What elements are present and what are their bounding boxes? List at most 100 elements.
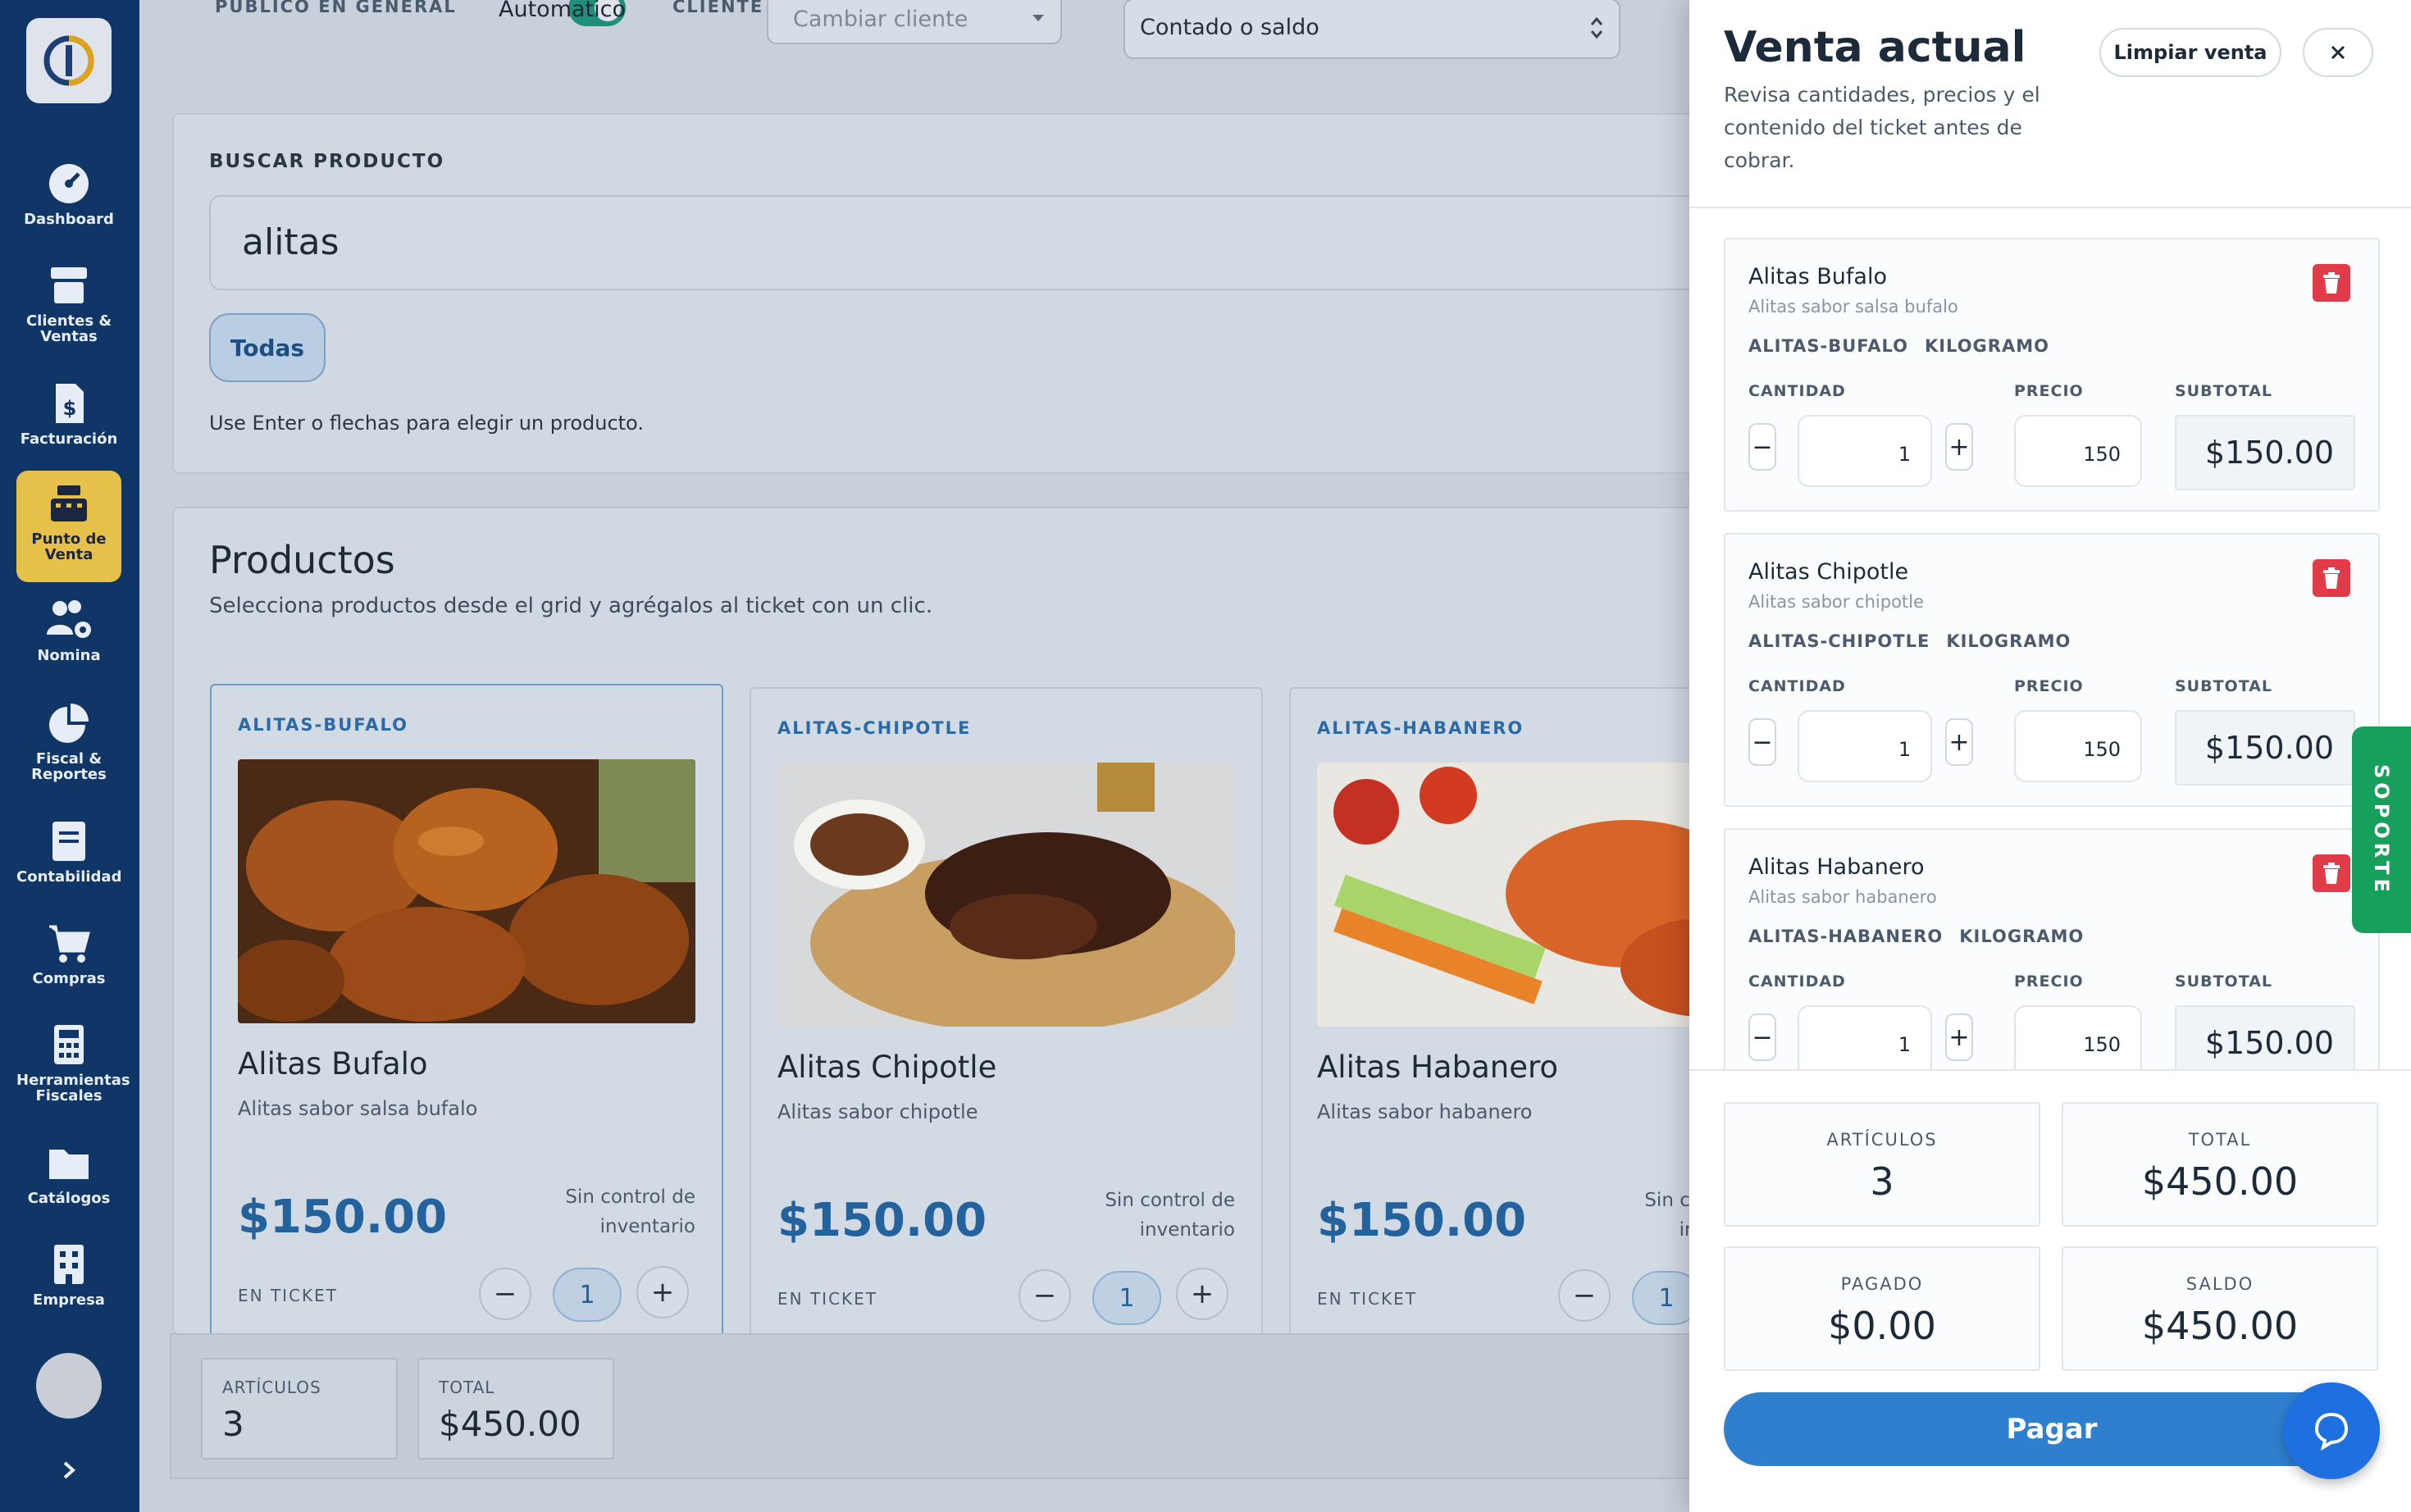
decrement-button[interactable]: − (1748, 1013, 1776, 1061)
public-label: PUBLICO EN GENERAL (215, 0, 457, 16)
item-name: Alitas Chipotle (1748, 559, 1909, 585)
item-code: ALITAS-BUFALO (1748, 336, 1908, 356)
sidebar-item-empresa[interactable]: Empresa (16, 1241, 121, 1308)
decrement-button[interactable]: − (479, 1268, 531, 1320)
qty-input[interactable]: 1 (1798, 415, 1932, 487)
users-gear-icon (47, 600, 91, 638)
product-desc: Alitas sabor chipotle (777, 1100, 978, 1123)
in-ticket-label: EN TICKET (777, 1289, 878, 1309)
summary-paid: PAGADO $0.00 (1724, 1246, 2040, 1371)
qty-input[interactable]: 1 (1798, 1005, 1932, 1069)
search-input[interactable]: alitas (209, 195, 1767, 290)
app-logo[interactable] (26, 18, 112, 103)
clear-sale-button[interactable]: Limpiar venta (2099, 28, 2281, 77)
product-price: $150.00 (777, 1194, 987, 1247)
decrement-button[interactable]: − (1558, 1269, 1611, 1322)
qty-input[interactable]: 1 (1798, 710, 1932, 782)
ledger-icon (52, 822, 85, 861)
qty-label: CANTIDAD (1748, 677, 1846, 695)
ticket-item: Alitas Habanero Alitas sabor habanero AL… (1724, 828, 2380, 1069)
articles-value: 3 (222, 1404, 244, 1444)
decrement-button[interactable]: − (1748, 423, 1776, 471)
item-tags: ALITAS-BUFALO KILOGRAMO (1748, 336, 2066, 356)
delete-item-button[interactable] (2313, 854, 2350, 892)
product-desc: Alitas sabor salsa bufalo (238, 1097, 478, 1120)
product-card[interactable]: ALITAS-BUFALO Alitas Bufalo Alitas sabor… (210, 684, 723, 1340)
sidebar: Dashboard Clientes & Ventas $ Facturació… (0, 0, 139, 1512)
increment-button[interactable]: + (636, 1266, 689, 1318)
price-input[interactable]: 150 (2014, 415, 2142, 487)
in-ticket-label: EN TICKET (238, 1286, 339, 1305)
wings-photo (777, 763, 1235, 1027)
subtotal-label: SUBTOTAL (2175, 972, 2273, 991)
increment-button[interactable]: + (1945, 423, 1973, 471)
divider (1689, 1069, 2411, 1071)
product-name: Alitas Habanero (1317, 1050, 1558, 1085)
sidebar-item-fiscal[interactable]: Fiscal & Reportes (16, 700, 121, 782)
item-unit: KILOGRAMO (1946, 631, 2071, 651)
total-value: $450.00 (439, 1404, 581, 1444)
sidebar-item-catalogos[interactable]: Catálogos (16, 1140, 121, 1206)
subtotal-value: $150.00 (2175, 415, 2355, 490)
product-code: ALITAS-BUFALO (238, 715, 408, 735)
product-code: ALITAS-HABANERO (1317, 718, 1525, 738)
price-input[interactable]: 150 (2014, 1005, 2142, 1069)
pay-button[interactable]: Pagar (1724, 1392, 2380, 1466)
ticket-qty[interactable]: 1 (553, 1268, 622, 1322)
calculator-icon (54, 1025, 84, 1064)
summary-articles: ARTÍCULOS 3 (1724, 1102, 2040, 1227)
articles-summary: ARTÍCULOS 3 (201, 1358, 398, 1460)
item-name: Alitas Bufalo (1748, 264, 1887, 289)
sidebar-item-herramientas[interactable]: Herramientas Fiscales (16, 1022, 130, 1104)
gauge-icon (49, 164, 89, 203)
increment-button[interactable]: + (1176, 1268, 1228, 1320)
filter-chip-todas[interactable]: Todas (209, 313, 326, 382)
subtotal-label: SUBTOTAL (2175, 382, 2273, 400)
balance-label: SALDO (2185, 1274, 2254, 1294)
sidebar-item-label: Herramientas Fiscales (16, 1072, 130, 1104)
payment-method-select[interactable]: Contado o saldo (1123, 0, 1620, 59)
decrement-button[interactable]: − (1748, 718, 1776, 766)
ticket-item: Alitas Chipotle Alitas sabor chipotle AL… (1724, 533, 2380, 807)
close-icon (2331, 45, 2345, 60)
sidebar-item-dashboard[interactable]: Dashboard (16, 161, 121, 227)
chat-button[interactable] (2283, 1382, 2380, 1479)
sidebar-item-contabilidad[interactable]: Contabilidad (16, 818, 121, 885)
pie-chart-icon (49, 704, 89, 743)
decrement-button[interactable]: − (1019, 1269, 1071, 1322)
subtotal-value: $150.00 (2175, 1005, 2355, 1069)
in-ticket-label: EN TICKET (1317, 1289, 1418, 1309)
sidebar-item-nomina[interactable]: Nomina (16, 597, 121, 663)
product-image (777, 763, 1235, 1027)
client-select[interactable]: Cambiar cliente (767, 0, 1062, 44)
price-label: PRECIO (2014, 382, 2084, 400)
product-card[interactable]: ALITAS-CHIPOTLE Alitas Chipotle Alitas s… (750, 687, 1263, 1343)
caret-down-icon (1032, 15, 1044, 21)
delete-item-button[interactable] (2313, 559, 2350, 597)
ticket-qty[interactable]: 1 (1092, 1271, 1161, 1325)
summary-balance: SALDO $450.00 (2062, 1246, 2378, 1371)
panel-title: Venta actual (1724, 23, 2026, 72)
balance-value: $450.00 (2141, 1304, 2299, 1348)
chevron-right-icon[interactable] (54, 1455, 84, 1485)
support-tab[interactable]: SOPORTE (2352, 726, 2411, 933)
close-button[interactable] (2303, 28, 2373, 77)
item-desc: Alitas sabor habanero (1748, 887, 1937, 907)
product-code: ALITAS-CHIPOTLE (777, 718, 972, 738)
ticket-list[interactable]: Alitas Bufalo Alitas sabor salsa bufalo … (1689, 208, 2411, 1069)
increment-button[interactable]: + (1945, 1013, 1973, 1061)
sidebar-item-compras[interactable]: Compras (16, 920, 121, 986)
search-value: alitas (242, 221, 340, 263)
store-icon (51, 267, 87, 303)
sidebar-item-label: Dashboard (24, 211, 114, 228)
sidebar-item-clientes[interactable]: Clientes & Ventas (16, 262, 121, 344)
increment-button[interactable]: + (1945, 718, 1973, 766)
product-price: $150.00 (1317, 1194, 1527, 1247)
summary-total: TOTAL $450.00 (2062, 1102, 2378, 1227)
sidebar-item-punto-de-venta[interactable]: Punto de Venta (16, 471, 121, 582)
item-code: ALITAS-HABANERO (1748, 927, 1944, 946)
delete-item-button[interactable] (2313, 264, 2350, 302)
sidebar-item-facturacion[interactable]: $ Facturación (16, 380, 121, 447)
avatar[interactable] (36, 1353, 102, 1419)
price-input[interactable]: 150 (2014, 710, 2142, 782)
